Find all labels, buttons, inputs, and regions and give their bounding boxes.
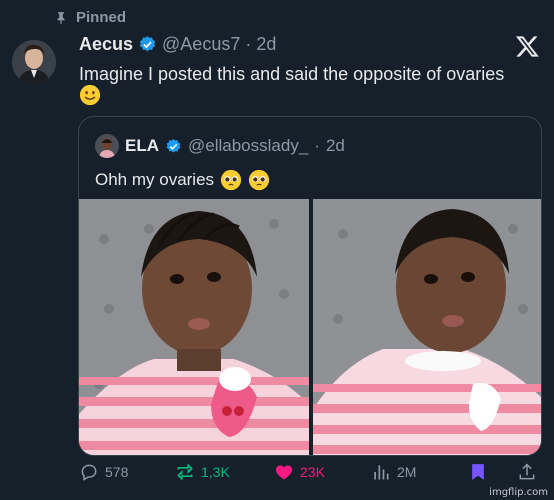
quote-header: ELA @ellabosslady_ · 2d — [95, 134, 345, 158]
quote-text-row: Ohh my ovaries — [95, 169, 270, 191]
quote-author-handle[interactable]: @ellabosslady_ — [188, 136, 308, 156]
repost-icon — [177, 463, 193, 481]
views-count: 2M — [397, 464, 417, 480]
tweet-header: Aecus @Aecus7 · 2d — [79, 34, 538, 55]
like-count: 23K — [300, 464, 325, 480]
bookmark-icon — [472, 464, 484, 480]
quote-author-name[interactable]: ELA — [125, 136, 159, 156]
repost-count: 1,3K — [201, 464, 230, 480]
tweet-text: Imagine I posted this and said the oppos… — [79, 64, 505, 84]
watermark: imgflip.com — [489, 487, 548, 498]
pleading-face-emoji-icon — [248, 169, 270, 191]
author-name[interactable]: Aecus — [79, 34, 133, 55]
share-button[interactable] — [517, 462, 537, 482]
quote-photo-right[interactable] — [313, 199, 541, 455]
tweet-age[interactable]: 2d — [256, 34, 276, 55]
pinned-indicator: Pinned — [54, 9, 126, 26]
tweet-actions: 578 1,3K 23K 2M — [79, 462, 539, 488]
quote-photo-left[interactable] — [79, 199, 309, 455]
pin-icon — [57, 11, 65, 24]
separator: · — [245, 34, 252, 54]
slight-smile-emoji-icon — [79, 84, 101, 106]
heart-icon — [275, 465, 293, 480]
pleading-face-emoji-icon — [220, 169, 242, 191]
like-button[interactable]: 23K — [274, 462, 325, 482]
verified-badge-icon — [166, 138, 181, 153]
reply-icon — [81, 464, 97, 481]
share-icon — [519, 463, 535, 480]
x-logo-icon — [515, 36, 539, 57]
quote-separator: · — [314, 136, 320, 155]
quote-age[interactable]: 2d — [326, 136, 345, 156]
views-icon — [374, 465, 389, 480]
pinned-label: Pinned — [76, 9, 127, 26]
quoted-tweet[interactable]: ELA @ellabosslady_ · 2d Ohh my ovaries — [78, 116, 542, 456]
avatar[interactable] — [12, 40, 56, 84]
verified-badge-icon — [139, 36, 156, 52]
quote-avatar[interactable] — [95, 134, 119, 158]
bookmark-button[interactable] — [468, 462, 488, 482]
views-button[interactable]: 2M — [371, 462, 416, 482]
reply-count: 578 — [105, 464, 129, 480]
reply-button[interactable]: 578 — [79, 462, 128, 482]
quote-text: Ohh my ovaries — [95, 170, 215, 189]
repost-button[interactable]: 1,3K — [175, 462, 230, 482]
author-handle[interactable]: @Aecus7 — [162, 34, 240, 55]
